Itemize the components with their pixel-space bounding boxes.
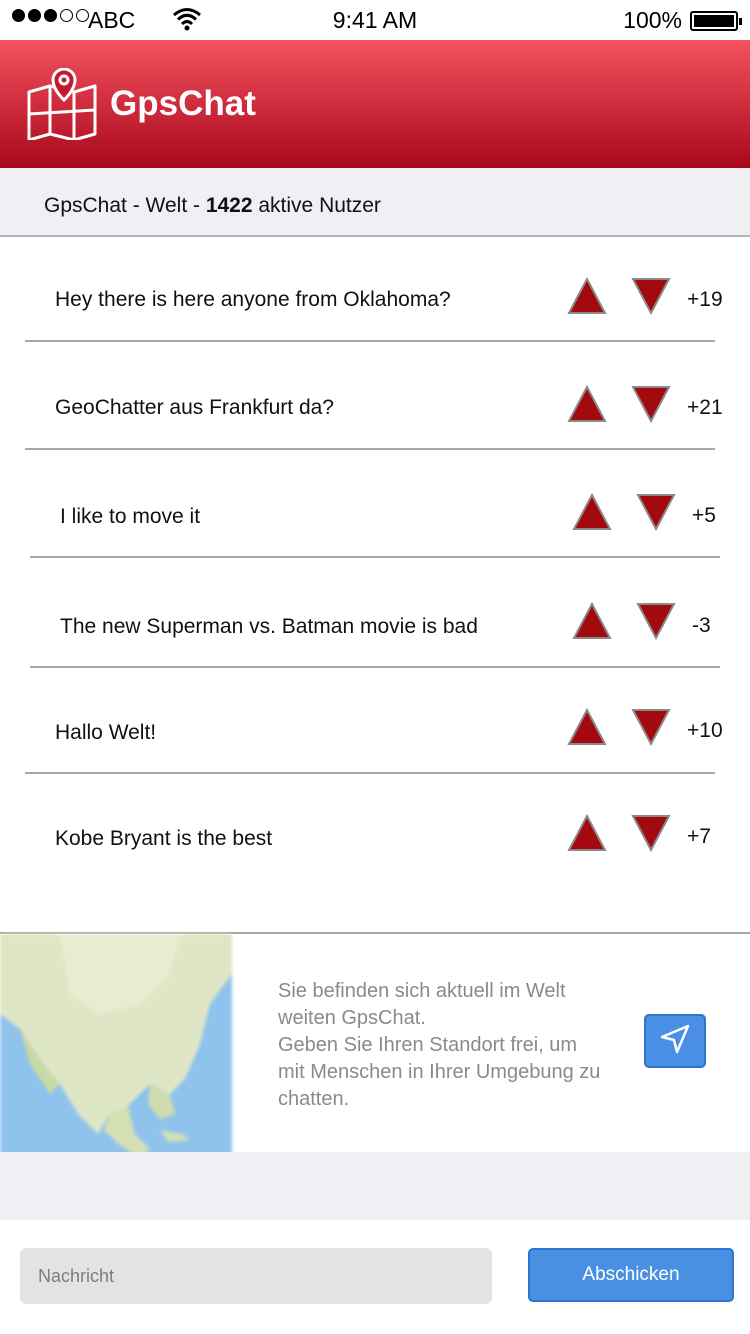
message-text: Hey there is here anyone from Oklahoma? [55,288,451,311]
vote-score: +7 [687,825,711,848]
map-pin-icon [26,67,98,145]
active-user-count: 1422 [205,194,253,217]
downvote-button[interactable] [636,493,676,531]
location-panel: Sie befinden sich aktuell im Welt weiten… [0,934,750,1158]
message-text: I like to move it [60,505,201,528]
divider [25,340,715,342]
upvote-button[interactable] [567,708,607,746]
vote-score: +5 [692,504,716,527]
battery-percentage: 100% [623,7,682,33]
vote-score: +19 [687,288,723,311]
downvote-button[interactable] [631,277,671,315]
divider [25,772,715,774]
vote-score: +10 [687,719,723,742]
message-text: Kobe Bryant is the best [55,827,273,850]
divider [30,556,720,558]
divider [30,666,720,668]
vote-score: -3 [692,614,711,637]
location-info: Sie befinden sich aktuell im Welt weiten… [278,978,608,1113]
downvote-button[interactable] [631,708,671,746]
message-composer: Abschicken [0,1220,750,1334]
app-header: GpsChat [0,40,750,168]
downvote-button[interactable] [631,385,671,423]
message-input[interactable] [20,1248,492,1304]
app-title: GpsChat [110,84,256,123]
message-text: Hallo Welt! [55,721,157,744]
channel-info-bar: GpsChat - Welt - 1422 aktive Nutzer [0,168,750,237]
upvote-button[interactable] [567,814,607,852]
downvote-button[interactable] [636,602,676,640]
channel-prefix: GpsChat - Welt - [44,194,206,217]
upvote-button[interactable] [567,385,607,423]
spacer [0,1152,750,1220]
location-info-line-1: Sie befinden sich aktuell im Welt weiten… [278,980,566,1029]
upvote-button[interactable] [572,493,612,531]
message-text: GeoChatter aus Frankfurt da? [55,396,334,419]
downvote-button[interactable] [631,814,671,852]
message-row: Kobe Bryant is the best +7 [0,788,750,896]
vote-score: +21 [687,396,723,419]
upvote-button[interactable] [567,277,607,315]
share-location-button[interactable] [644,1014,706,1068]
message-text: The new Superman vs. Batman movie is bad [60,615,478,638]
divider [25,448,715,450]
send-button[interactable]: Abschicken [528,1248,734,1302]
channel-info: GpsChat - Welt - 1422 aktive Nutzer [44,194,381,218]
location-info-line-2: Geben Sie Ihren Standort frei, um mit Me… [278,1034,601,1110]
channel-suffix: aktive Nutzer [252,194,381,217]
map-thumbnail[interactable] [0,934,232,1158]
location-arrow-icon [658,1022,692,1061]
upvote-button[interactable] [572,602,612,640]
status-bar: ABC 9:41 AM 100% [0,0,750,40]
battery-icon [690,11,742,31]
